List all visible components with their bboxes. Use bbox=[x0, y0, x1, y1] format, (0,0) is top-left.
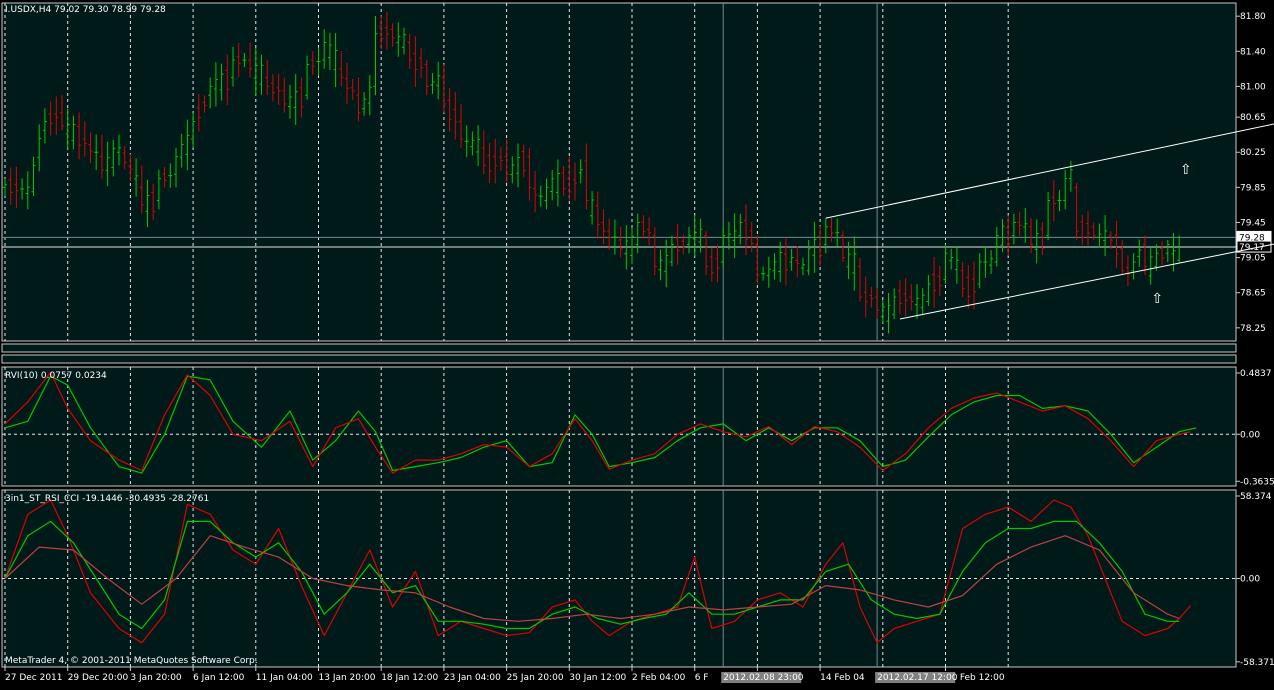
pane-separator bbox=[1, 343, 1237, 353]
x-tick-label: 30 Jan 12:00 bbox=[569, 673, 626, 683]
up-arrow-icon: ⇧ bbox=[1180, 162, 1192, 178]
y-tick-label: 79.45 bbox=[1240, 218, 1266, 228]
y-tick-label: 79.85 bbox=[1240, 183, 1266, 193]
y-tick-label: 78.65 bbox=[1240, 289, 1266, 299]
copyright-notice: MetaTrader 4, © 2001-2011 MetaQuotes Sof… bbox=[5, 656, 258, 666]
x-tick-label: 25 Jan 20:00 bbox=[507, 673, 564, 683]
stochastic-rsi-cci-title: 3in1_ST_RSI_CCI -19.1446 -30.4935 -28.27… bbox=[5, 494, 209, 504]
y-tick-label: 0.00 bbox=[1240, 430, 1260, 440]
y-tick-label: 81.40 bbox=[1240, 47, 1266, 57]
y-tick-label: 80.65 bbox=[1240, 113, 1266, 123]
x-tick-label: 29 Dec 20:00 bbox=[68, 673, 129, 683]
y-tick-label: 58.374 bbox=[1240, 492, 1272, 502]
up-arrow-icon: ⇧ bbox=[1151, 291, 1163, 307]
pane-frame-0 bbox=[1, 2, 1237, 342]
x-tick-label: 13 Jan 20:00 bbox=[319, 673, 376, 683]
x-tick-label: 27 Dec 2011 bbox=[5, 673, 63, 683]
crosshair-time-label: 2012.02.17 12:00 bbox=[877, 673, 958, 683]
price-chart-title: I.USDX,H4 79.02 79.30 78.99 79.28 bbox=[5, 5, 166, 15]
x-tick-label: 23 Jan 04:00 bbox=[444, 673, 501, 683]
metatrader-window: 81.80 81.40 81.00 80.65 80.25 79.85 79.45 79.05… bbox=[0, 0, 1274, 686]
pane-frame-2 bbox=[1, 489, 1237, 668]
x-tick-label: 6 Jan 12:00 bbox=[193, 673, 245, 683]
y-tick-label: 80.25 bbox=[1240, 148, 1266, 158]
y-tick-label: 0.4837 bbox=[1240, 369, 1272, 379]
x-tick-label: 6 F bbox=[695, 673, 709, 683]
y-tick-label: 78.25 bbox=[1240, 324, 1266, 334]
x-tick-label: 14 Feb 04 bbox=[820, 673, 865, 683]
pane-frame-1 bbox=[1, 366, 1237, 487]
y-tick-label: 81.00 bbox=[1240, 82, 1266, 92]
y-tick-label: -58.3714 bbox=[1240, 658, 1274, 668]
x-tick-label: 18 Jan 12:00 bbox=[381, 673, 438, 683]
y-tick-label: 0.00 bbox=[1240, 575, 1260, 585]
y-tick-label: 79.05 bbox=[1240, 254, 1266, 264]
chart-canvas[interactable]: 81.80 81.40 81.00 80.65 80.25 79.85 79.45 79.05… bbox=[0, 0, 1274, 686]
rvi-indicator-title: RVI(10) 0.0757 0.0234 bbox=[5, 371, 107, 381]
crosshair-time-label: 2012.02.08 23:00 bbox=[723, 673, 804, 683]
y-tick-label: -0.3635 bbox=[1240, 477, 1274, 487]
x-tick-label: 3 Jan 20:00 bbox=[130, 673, 182, 683]
pane-separator bbox=[1, 354, 1237, 364]
y-tick-label: 81.80 bbox=[1240, 12, 1266, 22]
x-tick-label: 11 Jan 04:00 bbox=[256, 673, 313, 683]
x-tick-label: 2 Feb 04:00 bbox=[632, 673, 686, 683]
